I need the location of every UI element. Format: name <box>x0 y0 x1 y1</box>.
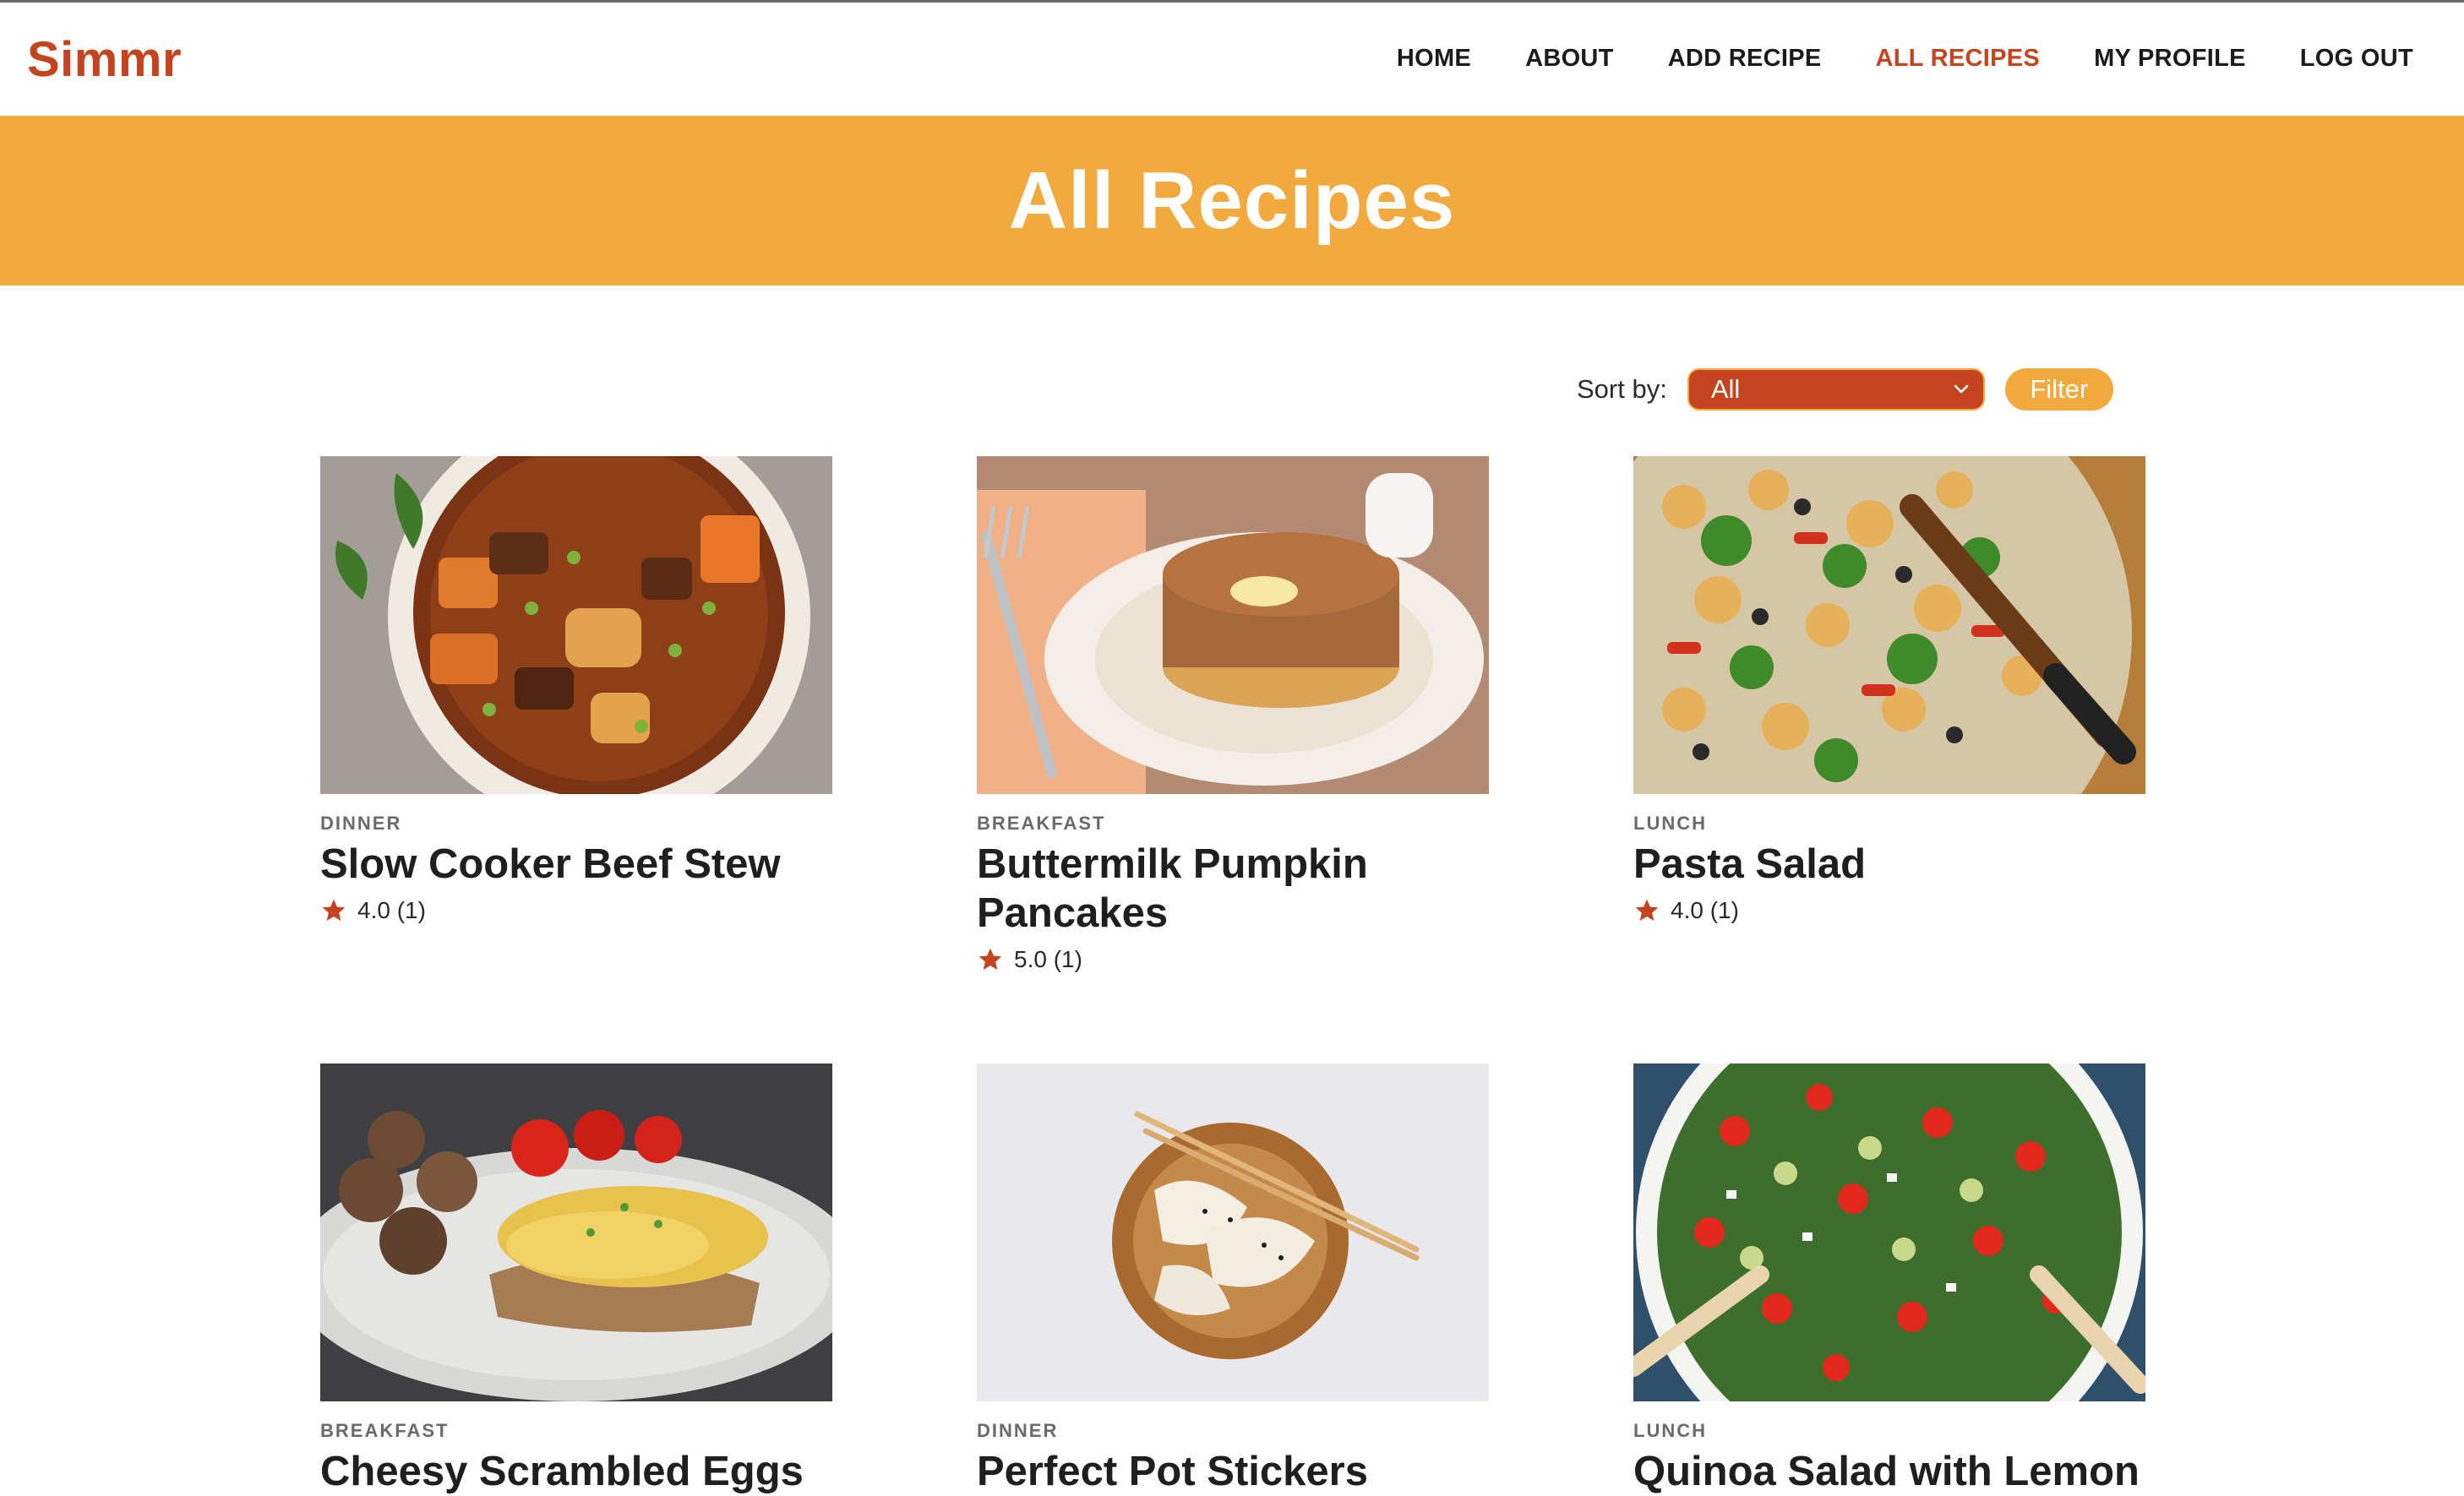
beef-stew-photo <box>320 456 832 794</box>
recipe-card[interactable]: LUNCH Pasta Salad 4.0 (1) <box>1633 456 2145 924</box>
recipe-card[interactable]: BREAKFAST Cheesy Scrambled Eggs <box>320 1064 832 1496</box>
recipe-title[interactable]: Cheesy Scrambled Eggs <box>320 1447 832 1496</box>
recipe-rating: 4.0 (1) <box>320 897 832 924</box>
nav-about[interactable]: ABOUT <box>1525 45 1614 73</box>
recipe-category: DINNER <box>977 1420 1059 1441</box>
sort-label: Sort by: <box>1577 374 1667 404</box>
star-icon <box>979 948 1002 970</box>
recipe-card[interactable]: DINNER Perfect Pot Stickers <box>977 1064 1489 1496</box>
nav-my-profile[interactable]: MY PROFILE <box>2094 45 2246 73</box>
rating-value: 5.0 (1) <box>1014 946 1082 972</box>
sort-select[interactable]: All <box>1687 368 1985 411</box>
recipe-title[interactable]: Pasta Salad <box>1633 840 2145 889</box>
page-title: All Recipes <box>1008 155 1456 246</box>
sort-selected-value: All <box>1710 374 1741 404</box>
recipe-image-beef-stew[interactable] <box>320 456 832 794</box>
rating-value: 4.0 (1) <box>1671 897 1739 923</box>
main-nav: HOME ABOUT ADD RECIPE ALL RECIPES MY PRO… <box>1397 45 2413 73</box>
recipe-card[interactable]: DINNER Slow Cooker Beef Stew 4.0 (1) <box>320 456 832 924</box>
recipe-category: BREAKFAST <box>320 1420 450 1441</box>
quinoa-salad-photo <box>1633 1064 2145 1401</box>
nav-all-recipes[interactable]: ALL RECIPES <box>1876 45 2041 73</box>
star-icon <box>322 899 346 921</box>
recipe-image-pot-stickers[interactable] <box>977 1064 1489 1401</box>
sort-bar: Sort by: All Filter <box>1577 368 2113 411</box>
pasta-salad-photo <box>1633 456 2145 794</box>
chevron-down-icon <box>1954 384 1969 394</box>
recipe-category: LUNCH <box>1633 1420 1707 1441</box>
recipe-title[interactable]: Quinoa Salad with Lemon <box>1633 1447 2145 1496</box>
recipe-category: LUNCH <box>1633 813 1707 834</box>
pumpkin-pancakes-photo <box>977 456 1489 794</box>
recipe-title[interactable]: Slow Cooker Beef Stew <box>320 840 832 889</box>
recipe-image-pumpkin-pancakes[interactable] <box>977 456 1489 794</box>
rating-value: 4.0 (1) <box>357 897 426 923</box>
recipe-card[interactable]: BREAKFAST Buttermilk Pumpkin Pancakes 5.… <box>977 456 1489 973</box>
recipe-title[interactable]: Perfect Pot Stickers <box>977 1447 1489 1496</box>
recipe-rating: 4.0 (1) <box>1633 897 2145 924</box>
nav-add-recipe[interactable]: ADD RECIPE <box>1668 45 1822 73</box>
nav-log-out[interactable]: LOG OUT <box>2300 45 2413 73</box>
recipe-category: BREAKFAST <box>977 813 1106 834</box>
star-icon <box>1635 899 1659 921</box>
recipe-rating: 5.0 (1) <box>977 946 1489 973</box>
recipe-image-quinoa-salad[interactable] <box>1633 1064 2145 1401</box>
recipe-card[interactable]: LUNCH Quinoa Salad with Lemon <box>1633 1064 2145 1496</box>
recipe-image-pasta-salad[interactable] <box>1633 456 2145 794</box>
nav-home[interactable]: HOME <box>1397 45 1471 73</box>
recipe-title[interactable]: Buttermilk Pumpkin Pancakes <box>977 840 1489 938</box>
site-header: Simmr HOME ABOUT ADD RECIPE ALL RECIPES … <box>0 3 2464 116</box>
site-logo[interactable]: Simmr <box>27 31 182 88</box>
page-banner: All Recipes <box>0 116 2464 286</box>
filter-button[interactable]: Filter <box>2004 368 2113 411</box>
pot-stickers-photo <box>977 1064 1489 1401</box>
recipe-category: DINNER <box>320 813 402 834</box>
scrambled-eggs-photo <box>320 1064 832 1401</box>
recipe-image-scrambled-eggs[interactable] <box>320 1064 832 1401</box>
